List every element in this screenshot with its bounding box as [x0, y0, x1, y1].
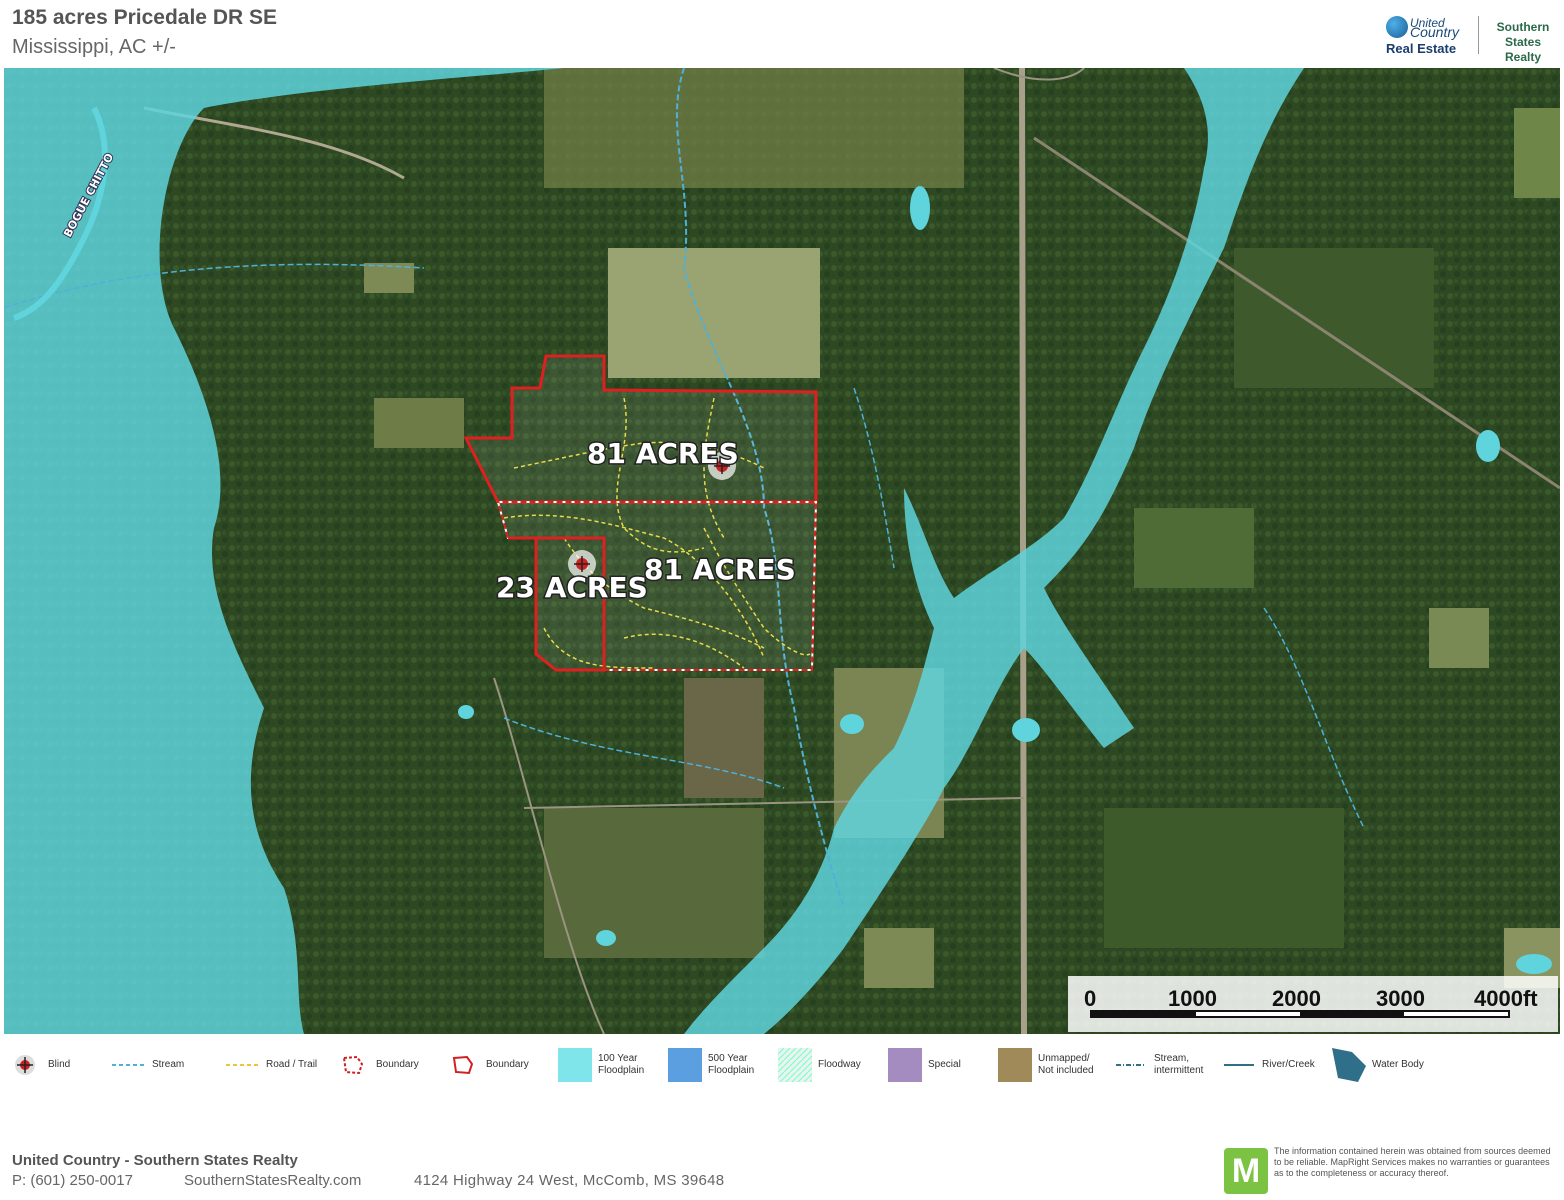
- field: [544, 68, 964, 188]
- scale-label-3000: 3000: [1376, 986, 1425, 1011]
- stream-icon: [112, 1048, 146, 1082]
- legend-item-floodway: Floodway: [778, 1040, 861, 1090]
- pond: [1516, 954, 1552, 974]
- footer-website[interactable]: SouthernStatesRealty.com: [184, 1172, 361, 1189]
- legend-label: Stream: [152, 1059, 185, 1070]
- field: [608, 248, 820, 378]
- legend-item-river-creek: River/Creek: [1222, 1040, 1315, 1090]
- legend-item-floodplain-500: 500 Year Floodplain: [668, 1040, 754, 1090]
- footer-phone: P: (601) 250-0017: [12, 1172, 133, 1189]
- legend-label: Unmapped/ Not included: [1038, 1053, 1094, 1076]
- scale-label-4000ft: 4000ft: [1474, 986, 1538, 1011]
- legend-item-road-trail: Road / Trail: [226, 1040, 317, 1090]
- legend-label: River/Creek: [1262, 1059, 1315, 1070]
- boundary-dashed-icon: [336, 1048, 370, 1082]
- legend-item-boundary-solid: Boundary: [446, 1040, 529, 1090]
- floodplain-500-icon: [668, 1048, 702, 1082]
- satellite-map: BOGUE CHITTO 81 ACRES 81 ACRES 23 ACRES: [4, 68, 1560, 1034]
- field: [1134, 508, 1254, 588]
- legend-item-floodplain-100: 100 Year Floodplain: [558, 1040, 644, 1090]
- legend-label: Blind: [48, 1059, 71, 1070]
- pond: [1476, 430, 1500, 462]
- header: 185 acres Pricedale DR SE Mississippi, A…: [0, 0, 1564, 68]
- acreage-label-south: 81 ACRES: [644, 553, 796, 586]
- stream-intermittent-icon: [1114, 1048, 1148, 1082]
- scale-label-0: 0: [1084, 986, 1097, 1011]
- acreage-label-west: 23 ACRES: [496, 571, 648, 604]
- field: [1514, 108, 1560, 198]
- legend-label: 100 Year Floodplain: [598, 1053, 645, 1076]
- pond: [596, 930, 616, 946]
- legend-item-special: Special: [888, 1040, 961, 1090]
- legend-label: Boundary: [376, 1059, 419, 1070]
- unmapped-icon: [998, 1048, 1032, 1082]
- blind-icon: [8, 1048, 42, 1082]
- water-body-icon: [1332, 1048, 1366, 1082]
- legend-label: Water Body: [1372, 1059, 1424, 1070]
- logo-southern: Southern: [1496, 20, 1550, 34]
- field: [864, 928, 934, 988]
- legend-item-water-body: Water Body: [1332, 1040, 1424, 1090]
- logo-states-realty: States Realty: [1504, 35, 1542, 64]
- footer-disclaimer: The information contained herein was obt…: [1274, 1146, 1551, 1178]
- legend-item-boundary-dashed: Boundary: [336, 1040, 419, 1090]
- legend-label: 500 Year Floodplain: [708, 1053, 755, 1076]
- united-country-logo: United Country Real Estate Southern Stat…: [1384, 14, 1560, 64]
- field: [374, 398, 464, 448]
- mapright-letter: M: [1231, 1151, 1261, 1190]
- logo-real-estate: Real Estate: [1386, 41, 1457, 56]
- footer-address: 4124 Highway 24 West, McComb, MS 39648: [414, 1172, 725, 1189]
- globe-icon: [1386, 16, 1408, 38]
- map-view[interactable]: BOGUE CHITTO 81 ACRES 81 ACRES 23 ACRES: [4, 68, 1560, 1034]
- field: [684, 678, 764, 798]
- legend-item-stream: Stream: [112, 1040, 184, 1090]
- page-title: 185 acres Pricedale DR SE: [12, 6, 278, 29]
- legend-item-blind: Blind: [8, 1040, 70, 1090]
- floodplain-100-icon: [558, 1048, 592, 1082]
- legend-label: Special: [928, 1059, 961, 1070]
- road-trail-icon: [226, 1048, 260, 1082]
- field: [1104, 808, 1344, 948]
- boundary-solid-icon: [446, 1048, 480, 1082]
- legend-label: Stream, intermittent: [1154, 1053, 1204, 1076]
- scale-bar: 0 1000 2000 3000 4000ft: [1068, 976, 1558, 1032]
- field: [544, 808, 764, 958]
- legend-label: Road / Trail: [266, 1059, 318, 1070]
- scale-label-1000: 1000: [1168, 986, 1217, 1011]
- acreage-label-north: 81 ACRES: [587, 437, 739, 470]
- river-creek-icon: [1222, 1048, 1256, 1082]
- logo-country: Country: [1410, 24, 1460, 40]
- footer: United Country - Southern States Realty …: [0, 1140, 1564, 1200]
- legend-label: Boundary: [486, 1059, 529, 1070]
- field: [1234, 248, 1434, 388]
- legend-item-stream-intermittent: Stream, intermittent: [1114, 1040, 1203, 1090]
- page-subtitle: Mississippi, AC +/-: [12, 36, 176, 58]
- united-country-mark: United Country Real Estate: [1384, 14, 1474, 58]
- pond: [910, 186, 930, 230]
- pond: [1012, 718, 1040, 742]
- map-legend: Blind Stream Road / Trail Boundary Bound…: [0, 1040, 1564, 1096]
- scale-bar-graphic: [1090, 1010, 1510, 1018]
- pond: [458, 705, 474, 719]
- mapright-logo: M: [1224, 1148, 1268, 1194]
- floodway-icon: [778, 1048, 812, 1082]
- legend-label: Floodway: [818, 1059, 861, 1070]
- logo-divider: [1478, 16, 1479, 54]
- footer-company: United Country - Southern States Realty: [12, 1152, 298, 1169]
- scale-label-2000: 2000: [1272, 986, 1321, 1011]
- field: [1429, 608, 1489, 668]
- special-icon: [888, 1048, 922, 1082]
- legend-item-unmapped: Unmapped/ Not included: [998, 1040, 1094, 1090]
- pond: [840, 714, 864, 734]
- logo-southern-states: Southern States Realty: [1486, 20, 1560, 65]
